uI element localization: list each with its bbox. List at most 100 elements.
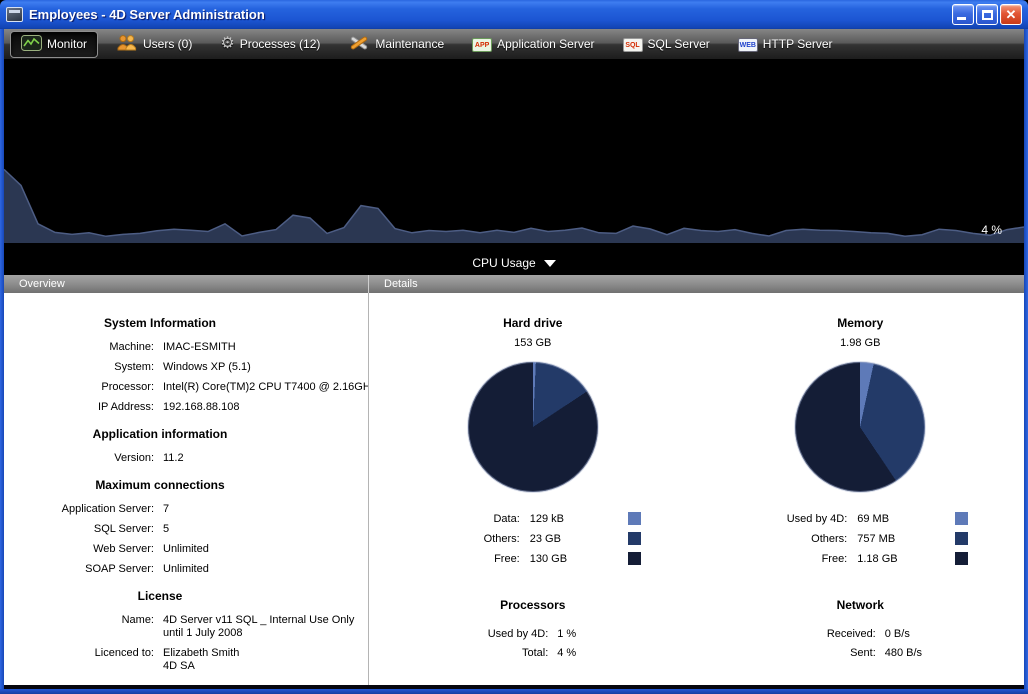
legend-value: 757 MB [857,533,945,545]
processors-heading: Processors [500,598,565,612]
stat-label: Received: [756,628,876,640]
hard_drive-total: 153 GB [514,337,551,349]
toolbar-item-label: HTTP Server [763,37,833,51]
overview-section: LicenseName:4D Server v11 SQL _ Internal… [4,589,316,673]
toolbar-item-sql-server[interactable]: SQL SQL Server [613,33,720,55]
legend-value: 130 GB [530,553,618,565]
info-value: Elizabeth Smith4D SA [163,647,316,673]
info-value: Unlimited [163,563,316,576]
panel-headers: Overview Details [4,275,1024,293]
info-value-line: 7 [163,503,316,516]
overview-section: Maximum connectionsApplication Server:7S… [4,478,316,576]
info-row: Version: 11.2 [4,452,316,465]
info-value-line: Unlimited [163,563,316,576]
gear-icon: ⚙ [220,37,234,51]
window-border-right [1024,29,1028,694]
hard_drive-column: Hard drive153 GBData:129 kBOthers:23 GBF… [369,303,697,685]
legend-label: Used by 4D: [752,513,847,525]
overview-section: System InformationMachine:IMAC-ESMITHSys… [4,316,316,414]
minimize-button[interactable] [952,4,974,25]
legend-row: Free: 130 GB [425,552,641,565]
info-value: 7 [163,503,316,516]
info-label: SOAP Server: [4,563,154,576]
app-icon: APP [472,36,492,52]
info-value-line: 4D Server v11 SQL _ Internal Use Only [163,614,354,627]
toolbar-item-http-server[interactable]: WEBHTTP Server [728,33,843,55]
window-content: Monitor Users (0) ⚙ Processes (12) Maintenan… [4,29,1024,689]
graph-type-dropdown[interactable]: CPU Usage [4,256,1024,270]
toolbar-item-processes[interactable]: ⚙ Processes (12) [210,34,330,54]
close-button[interactable]: ✕ [1000,4,1022,25]
stat-row: Used by 4D:1 % [428,628,637,640]
stat-value: 4 % [557,647,637,659]
maximize-button[interactable] [976,4,998,25]
hard_drive-pie-chart [468,362,598,492]
info-value: 4D Server v11 SQL _ Internal Use Onlyunt… [163,614,354,640]
section-heading: Maximum connections [4,478,316,492]
legend-swatch [955,512,968,525]
main-panels: System InformationMachine:IMAC-ESMITHSys… [4,293,1024,689]
memory-legend: Used by 4D:69 MBOthers:757 MBFree:1.18 G… [752,512,968,572]
section-heading: License [4,589,316,603]
legend-label: Free: [752,553,847,565]
window-title: Employees - 4D Server Administration [29,7,952,22]
title-bar[interactable]: Employees - 4D Server Administration ✕ [0,0,1028,29]
memory-column: Memory1.98 GBUsed by 4D:69 MBOthers:757 … [697,303,1025,685]
info-value-line: Elizabeth Smith [163,647,316,660]
stat-value: 0 B/s [885,628,965,640]
hard_drive-legend: Data:129 kBOthers:23 GBFree:130 GB [425,512,641,572]
toolbar: Monitor Users (0) ⚙ Processes (12) Maintenan… [4,29,1024,60]
info-value-line: IMAC-ESMITH [163,341,316,354]
info-value: Windows XP (5.1) [163,361,316,374]
network-heading: Network [837,598,884,612]
stat-label: Sent: [756,647,876,659]
info-label: Version: [4,452,154,465]
cpu-current-value: 4 % [981,223,1002,237]
info-row: Processor:Intel(R) Core(TM)2 CPU T7400 @… [4,381,316,394]
legend-label: Data: [425,513,520,525]
hard_drive-title: Hard drive [503,316,562,330]
info-row: Machine:IMAC-ESMITH [4,341,316,354]
info-value: 11.2 [163,452,316,465]
toolbar-item-label: Monitor [47,37,87,51]
info-label: Name: [4,614,154,640]
info-row: Licenced to:Elizabeth Smith4D SA [4,647,316,673]
toolbar-item-label: Processes (12) [240,37,321,51]
toolbar-item-monitor[interactable]: Monitor [10,31,98,58]
legend-row: Used by 4D:69 MB [752,512,968,525]
sql-icon: SQL [623,36,643,52]
minimize-icon [957,17,966,20]
memory-pie-chart [795,362,925,492]
stat-value: 480 B/s [885,647,965,659]
info-value-line: Intel(R) Core(TM)2 CPU T7400 @ 2.16GH [163,381,369,394]
details-panel: Hard drive153 GBData:129 kBOthers:23 GBF… [369,293,1024,685]
cpu-usage-area-chart [4,163,1024,243]
processors-stats: Used by 4D:1 %Total:4 % [428,628,637,666]
info-value-line: 4D SA [163,660,316,673]
toolbar-item-application-server[interactable]: APPApplication Server [462,33,604,55]
info-value-line: Unlimited [163,543,316,556]
toolbar-item-label: SQL Server [648,37,710,51]
legend-label: Others: [425,533,520,545]
info-value: Unlimited [163,543,316,556]
info-label: System: [4,361,154,374]
info-row: IP Address: 192.168.88.108 [4,401,316,414]
toolbar-item-users[interactable]: Users (0) [106,31,202,57]
graph-type-label: CPU Usage [472,256,535,270]
info-value: 192.168.88.108 [163,401,316,414]
stat-row: Received: 0 B/s [756,628,965,640]
app-window: Employees - 4D Server Administration ✕ M… [0,0,1028,694]
info-value: 5 [163,523,316,536]
overview-panel: System InformationMachine:IMAC-ESMITHSys… [4,293,369,685]
memory-total: 1.98 GB [840,337,880,349]
toolbar-item-label: Users (0) [143,37,192,51]
info-label: IP Address: [4,401,154,414]
info-row: SOAP Server: Unlimited [4,563,316,576]
legend-value: 129 kB [530,513,618,525]
legend-label: Free: [425,553,520,565]
info-label: Processor: [4,381,154,394]
toolbar-item-maintenance[interactable]: Maintenance [338,31,454,58]
info-label: Web Server: [4,543,154,556]
close-icon: ✕ [1001,5,1021,24]
legend-value: 1.18 GB [857,553,945,565]
